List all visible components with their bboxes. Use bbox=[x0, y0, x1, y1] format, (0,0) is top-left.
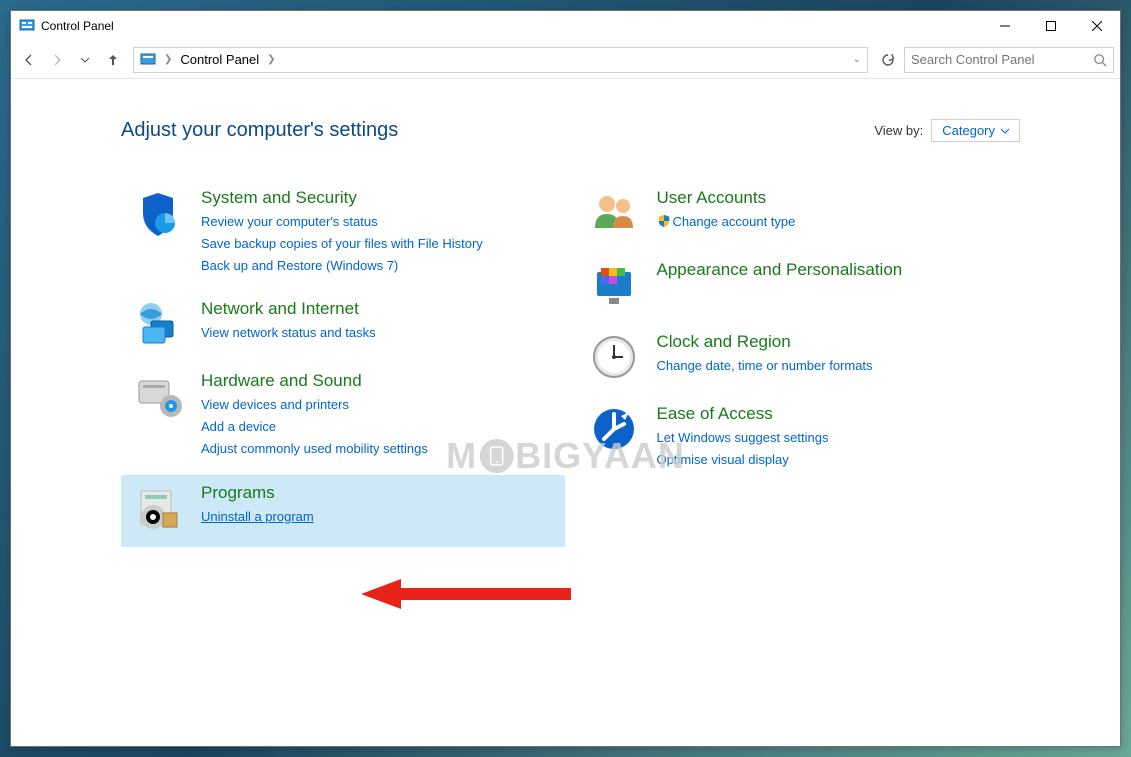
forward-button[interactable] bbox=[45, 48, 69, 72]
up-button[interactable] bbox=[101, 48, 125, 72]
category-link[interactable]: Back up and Restore (Windows 7) bbox=[201, 255, 553, 277]
control-panel-window: Control Panel ❯ Control Panel ❯ ⌄ Adjust… bbox=[10, 10, 1121, 747]
control-panel-icon bbox=[140, 52, 156, 68]
category-title-network-internet[interactable]: Network and Internet bbox=[201, 299, 553, 319]
watermark: M BIGYAAN bbox=[446, 435, 685, 477]
chevron-right-icon[interactable]: ❯ bbox=[267, 54, 275, 65]
minimize-button[interactable] bbox=[982, 11, 1028, 41]
dropdown-icon bbox=[1001, 127, 1009, 135]
search-input[interactable] bbox=[911, 52, 1093, 67]
view-by-label: View by: bbox=[874, 123, 923, 138]
category-programs: Programs Uninstall a program bbox=[121, 475, 565, 547]
recent-dropdown-button[interactable] bbox=[73, 48, 97, 72]
clock-region-icon bbox=[589, 332, 639, 382]
network-internet-icon bbox=[133, 299, 183, 349]
category-appearance: Appearance and Personalisation bbox=[577, 252, 1021, 324]
view-by-dropdown[interactable]: Category bbox=[931, 119, 1020, 142]
category-link[interactable]: View network status and tasks bbox=[201, 322, 553, 344]
programs-icon bbox=[133, 483, 183, 533]
category-network-internet: Network and Internet View network status … bbox=[121, 291, 565, 363]
view-by-control: View by: Category bbox=[874, 119, 1020, 142]
category-clock-region: Clock and Region Change date, time or num… bbox=[577, 324, 1021, 396]
category-title-clock-region[interactable]: Clock and Region bbox=[657, 332, 1009, 352]
category-link[interactable]: Optimise visual display bbox=[657, 449, 1009, 471]
category-title-system-security[interactable]: System and Security bbox=[201, 188, 553, 208]
category-link[interactable]: Change date, time or number formats bbox=[657, 355, 1009, 377]
system-security-icon bbox=[133, 188, 183, 238]
control-panel-icon bbox=[19, 18, 35, 34]
watermark-phone-icon bbox=[479, 439, 513, 473]
category-link[interactable]: Change account type bbox=[657, 211, 1009, 233]
category-title-ease-of-access[interactable]: Ease of Access bbox=[657, 404, 1009, 424]
hardware-sound-icon bbox=[133, 371, 183, 421]
category-title-hardware-sound[interactable]: Hardware and Sound bbox=[201, 371, 553, 391]
content-area: Adjust your computer's settings View by:… bbox=[11, 79, 1120, 567]
category-title-programs[interactable]: Programs bbox=[201, 483, 553, 503]
refresh-button[interactable] bbox=[876, 48, 900, 72]
page-title: Adjust your computer's settings bbox=[121, 119, 398, 142]
search-box[interactable] bbox=[904, 47, 1114, 73]
user-accounts-icon bbox=[589, 188, 639, 238]
shield-icon bbox=[657, 213, 671, 227]
view-by-value: Category bbox=[942, 123, 995, 138]
maximize-button[interactable] bbox=[1028, 11, 1074, 41]
annotation-arrow bbox=[361, 579, 571, 609]
window-title: Control Panel bbox=[41, 19, 982, 33]
back-button[interactable] bbox=[17, 48, 41, 72]
category-title-user-accounts[interactable]: User Accounts bbox=[657, 188, 1009, 208]
category-title-appearance[interactable]: Appearance and Personalisation bbox=[657, 260, 1009, 280]
category-link[interactable]: Save backup copies of your files with Fi… bbox=[201, 233, 553, 255]
breadcrumb-item[interactable]: Control Panel bbox=[180, 52, 259, 67]
category-link[interactable]: Uninstall a program bbox=[201, 506, 553, 528]
category-system-security: System and Security Review your computer'… bbox=[121, 180, 565, 291]
category-user-accounts: User Accounts Change account type bbox=[577, 180, 1021, 252]
chevron-down-icon[interactable]: ⌄ bbox=[853, 54, 861, 65]
title-bar: Control Panel bbox=[11, 11, 1120, 41]
category-link[interactable]: View devices and printers bbox=[201, 394, 553, 416]
category-link[interactable]: Review your computer's status bbox=[201, 211, 553, 233]
appearance-icon bbox=[589, 260, 639, 310]
search-icon bbox=[1093, 53, 1107, 67]
address-bar[interactable]: ❯ Control Panel ❯ ⌄ bbox=[133, 47, 868, 73]
close-button[interactable] bbox=[1074, 11, 1120, 41]
category-link[interactable]: Let Windows suggest settings bbox=[657, 427, 1009, 449]
chevron-right-icon[interactable]: ❯ bbox=[164, 54, 172, 65]
nav-bar: ❯ Control Panel ❯ ⌄ bbox=[11, 41, 1120, 79]
